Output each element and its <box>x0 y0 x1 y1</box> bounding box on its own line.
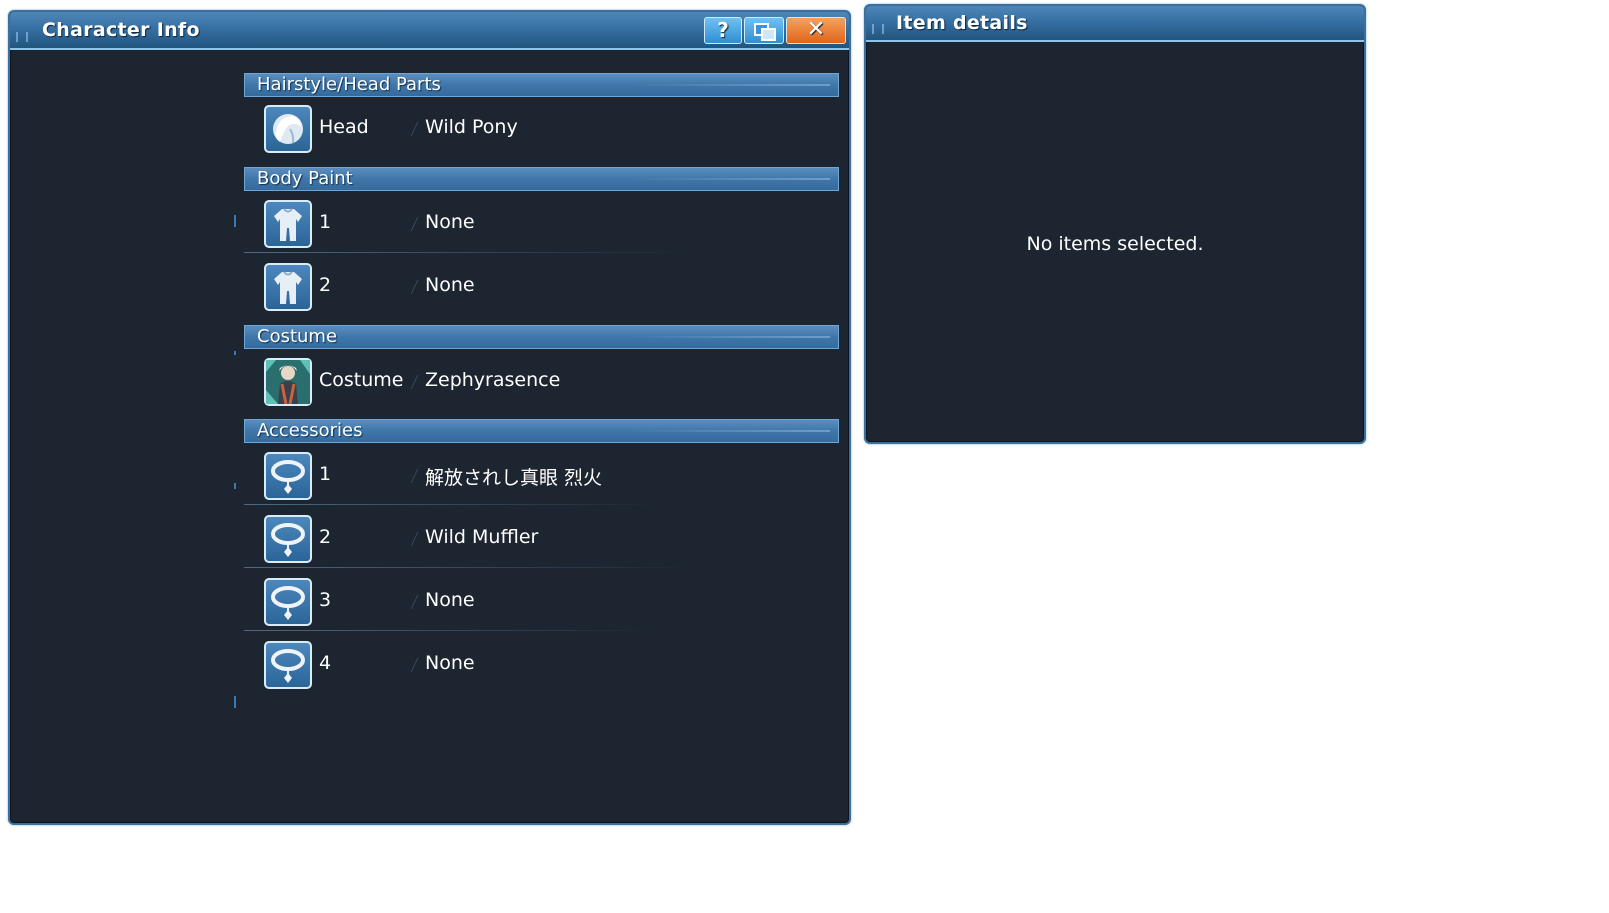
costume-portrait-icon[interactable] <box>264 358 312 406</box>
slot-divider <box>410 658 419 672</box>
character-info-title-bar[interactable]: Character Info ? ✕ <box>10 12 849 50</box>
slot-label: Head <box>319 116 369 138</box>
close-button[interactable]: ✕ <box>786 17 846 44</box>
accessory-icon[interactable] <box>264 452 312 500</box>
slot-label: Costume <box>319 369 404 391</box>
slot-value: None <box>425 652 475 674</box>
slot-divider <box>410 595 419 609</box>
item-details-window: Item details No items selected. <box>864 4 1366 444</box>
section-header-costume: Costume <box>244 325 839 349</box>
scroll-tick <box>234 351 236 355</box>
slot-label: 1 <box>319 211 332 233</box>
character-info-window: Character Info ? ✕ Hairstyle/Head Parts … <box>8 10 851 825</box>
slot-value: Wild Pony <box>425 116 518 138</box>
slot-label: 1 <box>319 463 332 485</box>
accessory-icon[interactable] <box>264 515 312 563</box>
equip-row-accessory-1[interactable]: 1 解放されし真眼 烈火 <box>244 445 839 505</box>
slot-label: 3 <box>319 589 332 611</box>
title-decoration-icon <box>16 32 28 42</box>
scroll-tick <box>234 696 236 708</box>
hair-icon[interactable] <box>264 105 312 153</box>
slot-divider <box>410 217 419 231</box>
restore-icon-front <box>761 28 776 41</box>
close-icon: ✕ <box>806 17 826 42</box>
body-paint-icon[interactable] <box>264 200 312 248</box>
slot-value: None <box>425 211 475 233</box>
restore-button[interactable] <box>744 17 784 44</box>
equip-row-body-paint-2[interactable]: 2 None <box>244 256 839 316</box>
row-separator <box>244 504 664 505</box>
scroll-tick <box>234 483 236 489</box>
character-info-title: Character Info <box>42 19 200 41</box>
equip-row-accessory-4[interactable]: 4 None <box>244 634 839 694</box>
no-items-message: No items selected. <box>1026 233 1204 255</box>
slot-divider <box>410 122 419 136</box>
help-icon: ? <box>717 18 729 42</box>
slot-value: None <box>425 589 475 611</box>
row-separator <box>244 252 694 253</box>
item-details-title-bar[interactable]: Item details <box>866 6 1364 42</box>
equip-row-body-paint-1[interactable]: 1 None <box>244 193 839 253</box>
equip-row-costume[interactable]: Costume Zephyrasence <box>244 351 839 411</box>
slot-label: 2 <box>319 274 332 296</box>
slot-divider <box>410 532 419 546</box>
section-header-accessories: Accessories <box>244 419 839 443</box>
row-separator <box>244 567 699 568</box>
slot-value: 解放されし真眼 烈火 <box>425 467 603 489</box>
title-decoration-icon <box>872 24 884 34</box>
item-details-title: Item details <box>896 12 1028 34</box>
equip-row-accessory-2[interactable]: 2 Wild Muffler <box>244 508 839 568</box>
section-header-hair: Hairstyle/Head Parts <box>244 73 839 97</box>
help-button[interactable]: ? <box>704 17 742 44</box>
body-paint-icon[interactable] <box>264 263 312 311</box>
slot-label: 2 <box>319 526 332 548</box>
slot-value: Wild Muffler <box>425 526 539 548</box>
accessory-icon[interactable] <box>264 578 312 626</box>
row-separator <box>244 630 659 631</box>
slot-value: Zephyrasence <box>425 369 561 391</box>
slot-label: 4 <box>319 652 332 674</box>
slot-divider <box>410 375 419 389</box>
scroll-tick <box>234 215 236 227</box>
equip-row-accessory-3[interactable]: 3 None <box>244 571 839 631</box>
slot-divider <box>410 469 419 483</box>
accessory-icon[interactable] <box>264 641 312 689</box>
equip-row-head[interactable]: Head Wild Pony <box>244 98 839 158</box>
slot-divider <box>410 280 419 294</box>
slot-value: None <box>425 274 475 296</box>
section-header-body-paint: Body Paint <box>244 167 839 191</box>
